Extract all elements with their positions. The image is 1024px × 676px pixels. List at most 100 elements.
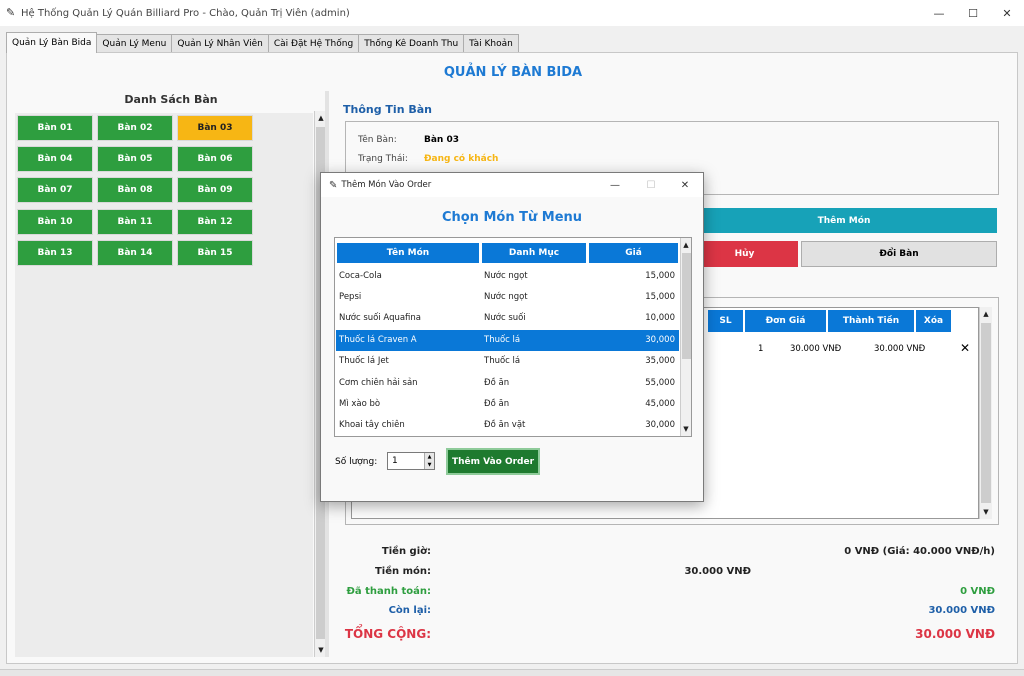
page-title: QUẢN LÝ BÀN BIDA — [443, 65, 583, 80]
table-button-06[interactable]: Bàn 06 — [177, 146, 253, 172]
menu-item-name: Cơm chiên hải sản — [339, 378, 418, 388]
dialog-heading: Chọn Món Từ Menu — [441, 210, 583, 225]
scroll-up-arrow-icon[interactable]: ▲ — [980, 307, 992, 321]
quantity-value: 1 — [392, 456, 398, 466]
menu-item-category: Nước suối — [484, 313, 526, 323]
order-header-qty[interactable]: SL — [708, 310, 744, 332]
menu-list-scrollbar[interactable]: ▲ ▼ — [680, 238, 691, 436]
table-button-01[interactable]: Bàn 01 — [17, 115, 93, 141]
table-button-11[interactable]: Bàn 11 — [97, 209, 173, 235]
tab-table-management[interactable]: Quản Lý Bàn Bida — [6, 32, 98, 53]
menu-item-category: Nước ngọt — [484, 271, 528, 281]
menu-item-price: 30,000 — [645, 335, 675, 345]
remaining-value: 30.000 VNĐ — [928, 605, 995, 616]
menu-item-category: Đồ ăn — [484, 399, 510, 409]
table-name-label: Tên Bàn: — [358, 135, 397, 145]
time-fee-value: 0 VNĐ (Giá: 40.000 VNĐ/h) — [844, 546, 995, 557]
table-info-title: Thông Tin Bàn — [343, 103, 432, 116]
table-button-02[interactable]: Bàn 02 — [97, 115, 173, 141]
menu-row[interactable]: Mì xào bò Đồ ăn 45,000 — [336, 394, 679, 415]
table-button-09[interactable]: Bàn 09 — [177, 177, 253, 203]
menu-item-name: Thuốc lá Jet — [339, 356, 389, 366]
table-button-12[interactable]: Bàn 12 — [177, 209, 253, 235]
table-button-10[interactable]: Bàn 10 — [17, 209, 93, 235]
scroll-up-arrow-icon[interactable]: ▲ — [681, 238, 691, 252]
table-status-label: Trạng Thái: — [358, 154, 408, 164]
swap-table-button[interactable]: Đổi Bàn — [801, 241, 997, 267]
menu-row[interactable]: Thuốc lá Jet Thuốc lá 35,000 — [336, 351, 679, 372]
time-fee-label: Tiền giờ: — [381, 546, 431, 557]
order-header-total[interactable]: Thành Tiền — [828, 310, 915, 332]
table-button-03[interactable]: Bàn 03 — [177, 115, 253, 141]
maximize-button[interactable]: ☐ — [956, 0, 990, 26]
menu-item-name: Coca-Cola — [339, 271, 382, 281]
tab-account[interactable]: Tài Khoản — [463, 34, 519, 53]
menu-row[interactable]: Khoai tây chiên Đồ ăn vặt 30,000 — [336, 415, 679, 436]
cancel-button[interactable]: Hủy — [691, 241, 798, 267]
table-list-title: Danh Sách Bàn — [124, 93, 218, 106]
menu-header-price[interactable]: Giá — [588, 242, 679, 264]
menu-item-price: 15,000 — [645, 292, 675, 302]
tab-revenue-stats[interactable]: Thống Kê Doanh Thu — [358, 34, 465, 53]
scroll-thumb[interactable] — [682, 253, 691, 359]
table-button-15[interactable]: Bàn 15 — [177, 240, 253, 266]
menu-item-name: Khoai tây chiên — [339, 420, 405, 430]
close-button[interactable]: ✕ — [990, 0, 1024, 26]
tab-system-settings[interactable]: Cài Đặt Hệ Thống — [267, 34, 360, 53]
table-status-value: Đang có khách — [424, 154, 499, 164]
dialog-maximize-button[interactable]: ☐ — [633, 173, 669, 197]
add-to-order-button[interactable]: Thêm Vào Order — [446, 448, 540, 475]
remaining-label: Còn lại: — [388, 605, 431, 616]
menu-header-name[interactable]: Tên Món — [336, 242, 480, 264]
menu-item-price: 10,000 — [645, 313, 675, 323]
table-button-08[interactable]: Bàn 08 — [97, 177, 173, 203]
order-row-unit-price: 30.000 VNĐ — [790, 344, 842, 354]
paid-label: Đã thanh toán: — [346, 586, 432, 597]
spin-arrows-icon[interactable]: ▲ ▼ — [424, 453, 434, 469]
menu-item-name: Pepsi — [339, 292, 362, 302]
table-button-05[interactable]: Bàn 05 — [97, 146, 173, 172]
scroll-down-arrow-icon[interactable]: ▼ — [980, 505, 992, 519]
table-button-13[interactable]: Bàn 13 — [17, 240, 93, 266]
tab-menu-management[interactable]: Quản Lý Menu — [96, 34, 173, 53]
menu-row[interactable]: Nước suối Aquafina Nước suối 10,000 — [336, 308, 679, 329]
minimize-button[interactable]: — — [922, 0, 956, 26]
main-tabs: Quản Lý Bàn Bida Quản Lý Menu Quản Lý Nh… — [6, 32, 519, 53]
add-item-dialog: ✎ Thêm Món Vào Order — ☐ ✕ Chọn Món Từ M… — [320, 172, 704, 502]
order-header-delete[interactable]: Xóa — [916, 310, 952, 332]
grand-total-value: 30.000 VNĐ — [915, 627, 995, 641]
menu-row[interactable]: Coca-Cola Nước ngọt 15,000 — [336, 266, 679, 287]
dialog-close-button[interactable]: ✕ — [667, 173, 703, 197]
order-header-unit-price[interactable]: Đơn Giá — [745, 310, 827, 332]
paid-value: 0 VNĐ — [960, 586, 995, 597]
window-title: Hệ Thống Quản Lý Quán Billiard Pro - Chà… — [21, 7, 350, 19]
menu-item-price: 55,000 — [645, 378, 675, 388]
tab-staff-management[interactable]: Quản Lý Nhân Viên — [171, 34, 269, 53]
menu-header-category[interactable]: Danh Mục — [481, 242, 587, 264]
menu-row[interactable]: Pepsi Nước ngọt 15,000 — [336, 287, 679, 308]
menu-item-category: Đồ ăn — [484, 378, 510, 388]
menu-item-category: Thuốc lá — [484, 335, 521, 345]
quantity-stepper[interactable]: 1 ▲ ▼ — [387, 452, 435, 470]
order-list-scrollbar[interactable]: ▲ ▼ — [979, 307, 992, 519]
table-button-07[interactable]: Bàn 07 — [17, 177, 93, 203]
menu-row-selected[interactable]: Thuốc lá Craven A Thuốc lá 30,000 — [336, 330, 679, 351]
dialog-minimize-button[interactable]: — — [597, 173, 633, 197]
menu-row[interactable]: Cơm chiên hải sản Đồ ăn 55,000 — [336, 373, 679, 394]
table-button-14[interactable]: Bàn 14 — [97, 240, 173, 266]
menu-item-list[interactable]: Tên Món Danh Mục Giá Coca-Cola Nước ngọt… — [334, 237, 692, 437]
window-bottom-edge — [0, 669, 1024, 676]
menu-item-name: Mì xào bò — [339, 399, 381, 409]
items-fee-value: 30.000 VNĐ — [684, 566, 751, 577]
delete-row-icon[interactable]: ✕ — [960, 341, 970, 355]
scroll-down-arrow-icon[interactable]: ▼ — [681, 422, 691, 436]
menu-item-price: 35,000 — [645, 356, 675, 366]
add-item-button[interactable]: Thêm Món — [691, 208, 997, 233]
table-button-04[interactable]: Bàn 04 — [17, 146, 93, 172]
scroll-thumb[interactable] — [981, 323, 991, 503]
items-fee-label: Tiền món: — [374, 566, 431, 577]
order-row-qty: 1 — [758, 344, 764, 354]
menu-item-name: Thuốc lá Craven A — [339, 335, 417, 345]
title-bar: ✎ Hệ Thống Quản Lý Quán Billiard Pro - C… — [0, 0, 1024, 26]
menu-item-price: 15,000 — [645, 271, 675, 281]
